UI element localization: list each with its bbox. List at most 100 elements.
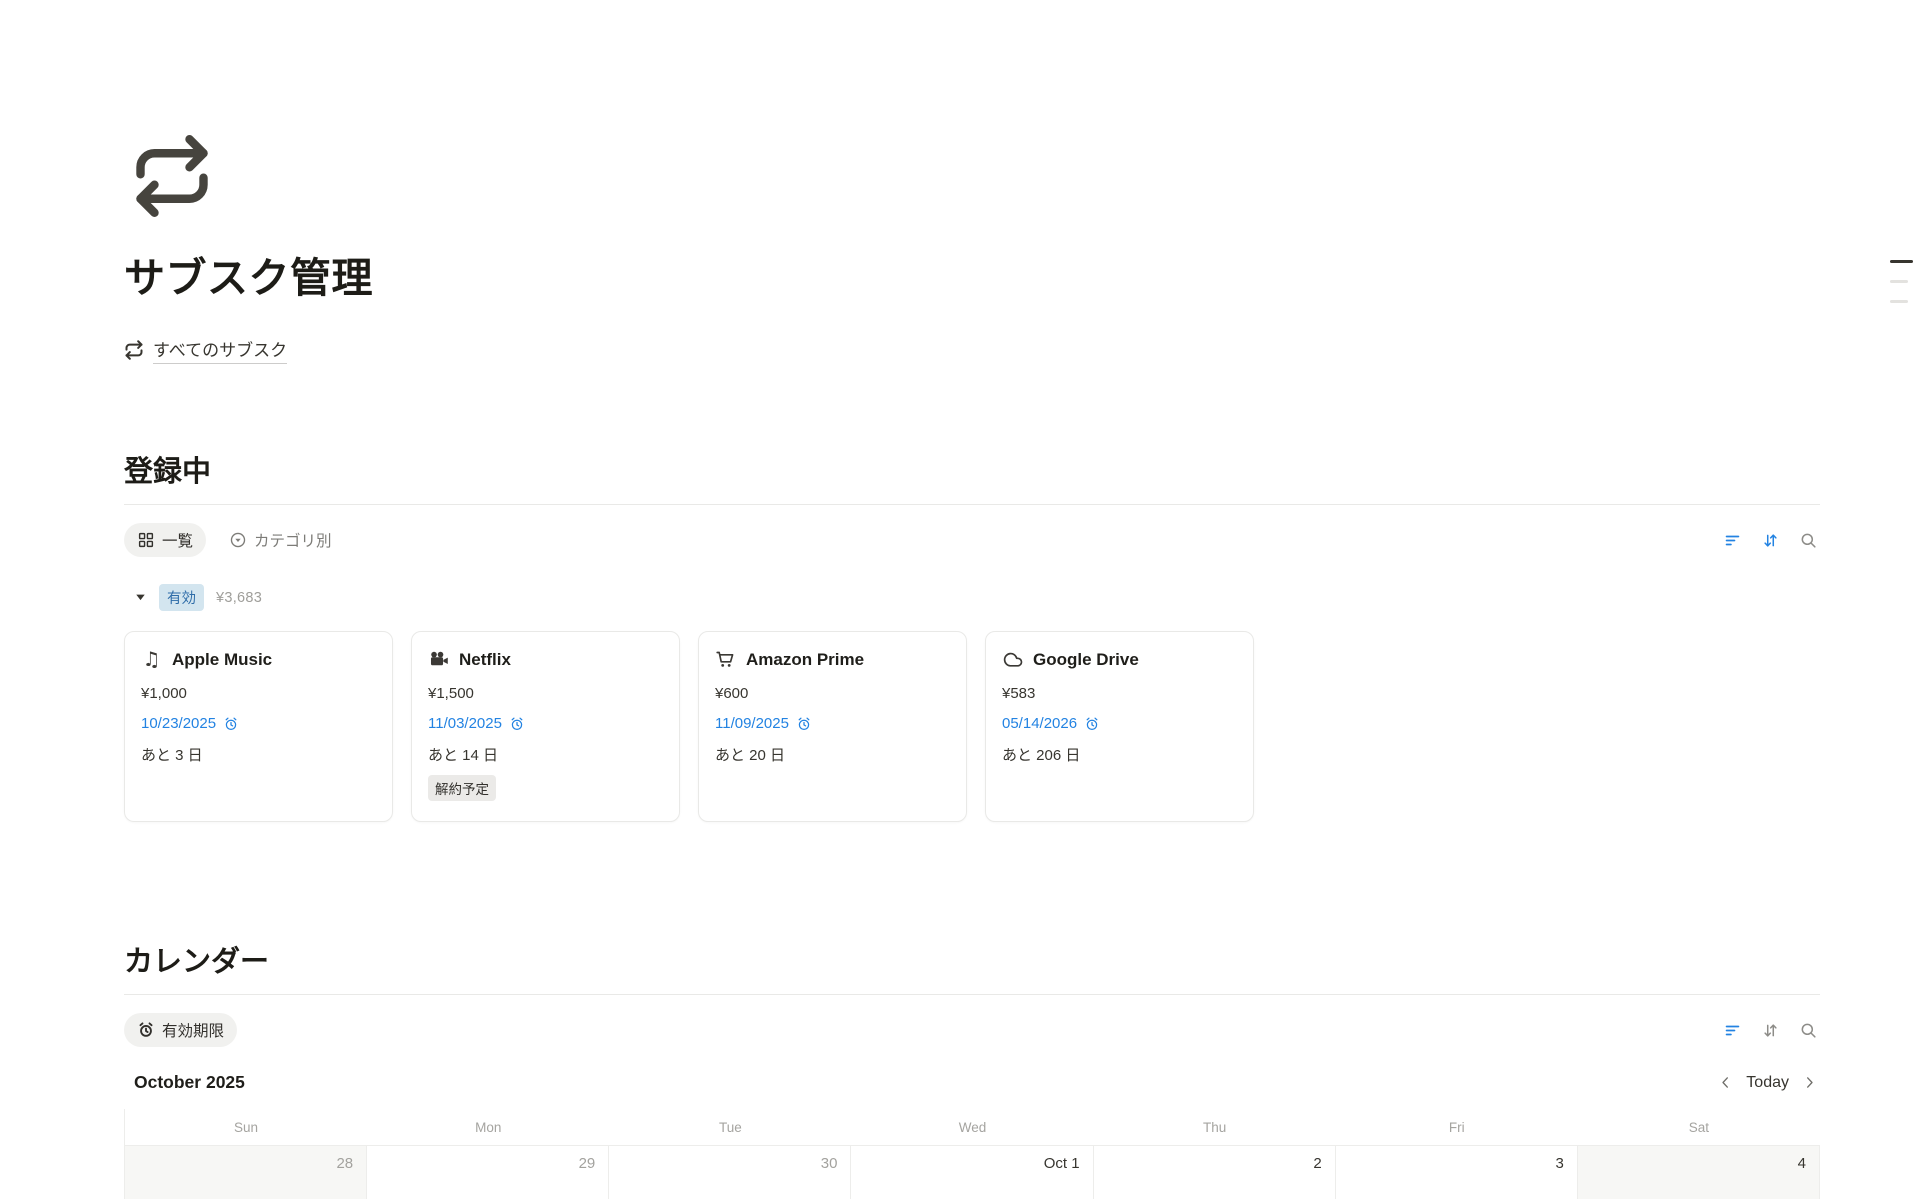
today-button[interactable]: Today bbox=[1746, 1074, 1789, 1092]
linked-database-label: すべてのサブスク bbox=[153, 336, 287, 364]
view-tab-label: 有効期限 bbox=[162, 1019, 224, 1041]
view-tab-label: 一覧 bbox=[162, 529, 193, 551]
subscription-card-apple-music[interactable]: ♫Apple Music¥1,00010/23/2025あと 3 日 bbox=[124, 631, 393, 822]
alarm-icon bbox=[796, 716, 812, 732]
outline-line bbox=[1890, 260, 1913, 263]
calendar-month-label: October 2025 bbox=[134, 1072, 245, 1093]
subscription-card-netflix[interactable]: Netflix¥1,50011/03/2025あと 14 日解約予定 bbox=[411, 631, 680, 822]
card-name: Apple Music bbox=[172, 650, 272, 670]
calendar-day-headers: SunMonTueWedThuFriSat bbox=[124, 1109, 1820, 1145]
calendar-day-cell[interactable]: 29 bbox=[367, 1146, 609, 1199]
calendar-day-cell[interactable]: 3 bbox=[1336, 1146, 1578, 1199]
alarm-icon bbox=[509, 716, 525, 732]
card-renewal-date: 05/14/2026 bbox=[1002, 715, 1077, 732]
card-renewal-date-row: 10/23/2025 bbox=[141, 715, 376, 732]
calendar-day-cell[interactable]: 4 bbox=[1578, 1146, 1820, 1199]
page-title: サブスク管理 bbox=[124, 244, 1820, 304]
calendar-day-cell[interactable]: 2 bbox=[1094, 1146, 1336, 1199]
view-tab-カテゴリ別[interactable]: カテゴリ別 bbox=[216, 523, 345, 557]
calendar-day-number: 2 bbox=[1313, 1155, 1321, 1172]
alarm-icon bbox=[1084, 716, 1100, 732]
card-renewal-date-row: 05/14/2026 bbox=[1002, 715, 1237, 732]
movie-camera-icon bbox=[428, 649, 449, 670]
repeat-icon bbox=[124, 340, 144, 360]
card-days-remaining: あと 14 日 bbox=[428, 744, 663, 765]
section-registered: 登録中 一覧カテゴリ別 有効 ¥3,683 ♫Apple Music¥1,000… bbox=[124, 448, 1820, 822]
subscription-card-google-drive[interactable]: Google Drive ¥583 05/14/2026 あと 206 日 bbox=[985, 631, 1254, 822]
filter-icon[interactable] bbox=[1723, 531, 1742, 550]
card-days-remaining: あと 206 日 bbox=[1002, 744, 1237, 765]
alarm-icon bbox=[223, 716, 239, 732]
day-header-sat: Sat bbox=[1578, 1109, 1820, 1145]
chevron-left-icon[interactable] bbox=[1717, 1074, 1734, 1091]
card-price: ¥1,500 bbox=[428, 685, 663, 702]
registered-view-bar: 一覧 カテゴリ別 bbox=[124, 522, 1820, 558]
card-price: ¥600 bbox=[715, 685, 950, 702]
card-title-row: Netflix bbox=[428, 649, 663, 670]
day-header-fri: Fri bbox=[1336, 1109, 1578, 1145]
calendar-navigation: Today bbox=[1717, 1074, 1820, 1092]
sort-icon[interactable] bbox=[1761, 531, 1780, 550]
day-header-sun: Sun bbox=[125, 1109, 367, 1145]
linked-database-link[interactable]: すべてのサブスク bbox=[124, 336, 287, 364]
day-header-mon: Mon bbox=[367, 1109, 609, 1145]
sort-icon[interactable] bbox=[1761, 1021, 1780, 1040]
calendar-day-cell[interactable]: 30 bbox=[609, 1146, 851, 1199]
group-header-active: 有効 ¥3,683 bbox=[134, 584, 1820, 611]
calendar-day-number: 29 bbox=[579, 1155, 596, 1172]
grid-icon bbox=[137, 531, 155, 549]
calendar-header: October 2025 Today bbox=[124, 1072, 1820, 1093]
subscription-cards: ♫Apple Music¥1,00010/23/2025あと 3 日Netfli… bbox=[124, 631, 1820, 822]
card-name: Netflix bbox=[459, 650, 511, 670]
card-title-row: Google Drive bbox=[1002, 649, 1237, 670]
card-days-remaining: あと 20 日 bbox=[715, 744, 950, 765]
card-price: ¥583 bbox=[1002, 685, 1237, 702]
card-renewal-date: 11/09/2025 bbox=[715, 715, 789, 732]
registered-heading: 登録中 bbox=[124, 448, 1820, 505]
calendar-toolbar bbox=[1723, 1021, 1820, 1040]
day-header-tue: Tue bbox=[609, 1109, 851, 1145]
outline-indicator[interactable] bbox=[1890, 260, 1916, 320]
calendar-week-row: 28 29 30 Oct 1 2 3 4 bbox=[124, 1145, 1820, 1199]
view-tab-有効期限[interactable]: 有効期限 bbox=[124, 1013, 237, 1047]
cloud-icon bbox=[1002, 649, 1023, 670]
calendar-view-tabs: 有効期限 bbox=[124, 1013, 237, 1047]
search-icon[interactable] bbox=[1799, 1021, 1818, 1040]
page-repeat-icon[interactable] bbox=[130, 134, 214, 218]
calendar-day-number: 4 bbox=[1798, 1155, 1806, 1172]
subscription-card-amazon-prime[interactable]: Amazon Prime ¥600 11/09/2025 あと 20 日 bbox=[698, 631, 967, 822]
filter-icon[interactable] bbox=[1723, 1021, 1742, 1040]
circle-down-icon bbox=[229, 531, 247, 549]
calendar-day-number: 3 bbox=[1556, 1155, 1564, 1172]
chevron-right-icon[interactable] bbox=[1801, 1074, 1818, 1091]
group-collapse-toggle-icon[interactable] bbox=[134, 591, 147, 604]
alarm-dark-icon bbox=[137, 1021, 155, 1039]
search-icon[interactable] bbox=[1799, 531, 1818, 550]
card-name: Amazon Prime bbox=[746, 650, 864, 670]
card-title-row: ♫ Apple Music bbox=[141, 649, 376, 670]
card-title-row: Amazon Prime bbox=[715, 649, 950, 670]
card-renewal-date-row: 11/09/2025 bbox=[715, 715, 950, 732]
view-tab-一覧[interactable]: 一覧 bbox=[124, 523, 206, 557]
outline-line bbox=[1890, 280, 1908, 283]
calendar-day-cell[interactable]: Oct 1 bbox=[851, 1146, 1093, 1199]
day-header-thu: Thu bbox=[1094, 1109, 1336, 1145]
group-status-badge: 有効 bbox=[159, 584, 204, 611]
card-renewal-date: 10/23/2025 bbox=[141, 715, 216, 732]
section-calendar: カレンダー 有効期限 October 2025 Today SunMonTueW… bbox=[124, 938, 1820, 1199]
view-tab-label: カテゴリ別 bbox=[254, 529, 332, 551]
calendar-day-cell[interactable]: 28 bbox=[125, 1146, 367, 1199]
card-renewal-date: 11/03/2025 bbox=[428, 715, 502, 732]
calendar-day-number: 28 bbox=[336, 1155, 353, 1172]
outline-line bbox=[1890, 300, 1908, 303]
calendar-day-number: Oct 1 bbox=[1044, 1155, 1080, 1172]
page: サブスク管理 すべてのサブスク 登録中 一覧 カテゴリ別 有効 ¥3,683 ♫ A… bbox=[0, 134, 1920, 1199]
card-name: Google Drive bbox=[1033, 650, 1139, 670]
music-icon: ♫ bbox=[141, 649, 162, 670]
registered-view-tabs: 一覧 カテゴリ別 bbox=[124, 523, 345, 557]
calendar-view-bar: 有効期限 bbox=[124, 1012, 1820, 1048]
day-header-wed: Wed bbox=[851, 1109, 1093, 1145]
cart-icon bbox=[715, 649, 736, 670]
card-renewal-date-row: 11/03/2025 bbox=[428, 715, 663, 732]
calendar-day-number: 30 bbox=[821, 1155, 838, 1172]
